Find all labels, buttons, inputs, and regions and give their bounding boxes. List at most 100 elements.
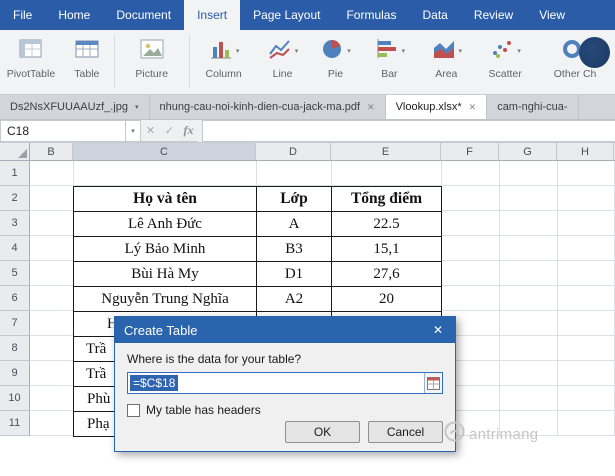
- ribbon-button-pivottable[interactable]: PivotTable: [0, 30, 62, 94]
- name-box[interactable]: C18: [0, 120, 126, 142]
- row-header-4[interactable]: 4: [0, 236, 30, 261]
- sheet-table-cell[interactable]: A2: [257, 287, 332, 312]
- formula-input[interactable]: [202, 120, 615, 142]
- doc-tab-pdf[interactable]: nhung-cau-noi-kinh-dien-cua-jack-ma.pdf …: [150, 95, 386, 119]
- cancel-formula-icon[interactable]: ✕: [141, 124, 160, 137]
- range-picker-icon[interactable]: [424, 373, 442, 393]
- doc-tab-label: Ds2NsXFUUAAUzf_.jpg: [10, 101, 128, 113]
- ribbon-label: Other Ch: [553, 68, 597, 80]
- row-header-2[interactable]: 2: [0, 186, 30, 211]
- document-tab-bar: Ds2NsXFUUAAUzf_.jpg ▾ nhung-cau-noi-kinh…: [0, 95, 615, 120]
- ribbon-button-column-chart[interactable]: ▾ Column: [192, 30, 256, 94]
- menu-tab-file[interactable]: File: [0, 0, 45, 30]
- menu-tab-review[interactable]: Review: [461, 0, 526, 30]
- sheet-table-cell[interactable]: 27,6: [332, 262, 442, 287]
- ribbon-group-separator: [113, 36, 115, 88]
- menu-tab-view[interactable]: View: [526, 0, 578, 30]
- sheet-table-cell[interactable]: Lý Bảo Minh: [74, 237, 257, 262]
- table-range-input[interactable]: =$C$18: [127, 372, 443, 394]
- column-header-d[interactable]: D: [256, 143, 331, 160]
- ribbon: PivotTable Table Picture ▾ Column ▾ Line…: [0, 30, 615, 95]
- select-all-corner[interactable]: [0, 143, 30, 161]
- chevron-down-icon: ▾: [347, 47, 351, 55]
- ribbon-button-picture[interactable]: Picture: [117, 30, 187, 94]
- menu-tab-page-layout[interactable]: Page Layout: [240, 0, 333, 30]
- row-header-6[interactable]: 6: [0, 286, 30, 311]
- row-header-3[interactable]: 3: [0, 211, 30, 236]
- ribbon-button-scatter-chart[interactable]: ▾ Scatter: [475, 30, 535, 94]
- chevron-down-icon: ▾: [458, 47, 463, 55]
- sheet-table-cell[interactable]: Nguyễn Trung Nghĩa: [74, 287, 257, 312]
- ribbon-button-table[interactable]: Table: [62, 30, 112, 94]
- line-chart-icon: [267, 37, 292, 66]
- headers-checkbox[interactable]: My table has headers: [127, 403, 443, 417]
- doc-tab-vlookup[interactable]: Vlookup.xlsx* ✕: [385, 95, 488, 119]
- enter-formula-icon[interactable]: ✓: [160, 124, 179, 137]
- menu-tab-document[interactable]: Document: [103, 0, 184, 30]
- doc-tab-label: cam-nghi-cua-: [497, 101, 568, 113]
- row-header-5[interactable]: 5: [0, 261, 30, 286]
- menu-tab-data[interactable]: Data: [409, 0, 460, 30]
- sheet-table-cell[interactable]: Họ và tên: [74, 187, 257, 212]
- ribbon-button-bar-chart[interactable]: ▾ Bar: [361, 30, 417, 94]
- row-header-7[interactable]: 7: [0, 311, 30, 336]
- row-header-11[interactable]: 11: [0, 411, 30, 436]
- pie-chart-icon: [320, 37, 344, 66]
- chevron-down-icon: ▾: [131, 128, 135, 135]
- ribbon-button-line-chart[interactable]: ▾ Line: [256, 30, 310, 94]
- sheet-table-cell[interactable]: D1: [257, 262, 332, 287]
- formula-controls: ✕ ✓ fx: [141, 120, 198, 142]
- sheet-table-cell[interactable]: 15,1: [332, 237, 442, 262]
- checkbox-box[interactable]: [127, 403, 140, 417]
- column-header-h[interactable]: H: [557, 143, 614, 160]
- sheet-table-cell[interactable]: 22.5: [332, 212, 442, 237]
- bar-chart-icon: [374, 37, 399, 66]
- sheet-table-cell[interactable]: B3: [257, 237, 332, 262]
- row-header-9[interactable]: 9: [0, 361, 30, 386]
- column-header-f[interactable]: F: [441, 143, 499, 160]
- ribbon-button-pie-chart[interactable]: ▾ Pie: [310, 30, 362, 94]
- chevron-down-icon: ▾: [517, 47, 521, 55]
- name-box-dropdown[interactable]: ▾: [126, 120, 141, 142]
- row-header-8[interactable]: 8: [0, 336, 30, 361]
- column-header-e[interactable]: E: [331, 143, 441, 160]
- menu-bar: File Home Document Insert Page Layout Fo…: [0, 0, 615, 30]
- chevron-down-icon[interactable]: ▾: [135, 103, 139, 111]
- sheet-table-cell[interactable]: Lê Anh Đức: [74, 212, 257, 237]
- column-header-c[interactable]: C: [73, 143, 256, 160]
- table-row: Bùi Hà My D1 27,6: [74, 262, 442, 287]
- sheet-table-cell[interactable]: Tổng điểm: [332, 187, 442, 212]
- dialog-titlebar[interactable]: Create Table ✕: [115, 317, 455, 343]
- close-icon[interactable]: ✕: [367, 102, 375, 113]
- app-window: File Home Document Insert Page Layout Fo…: [0, 0, 615, 476]
- close-icon[interactable]: ✕: [469, 102, 477, 113]
- sheet-table-cell[interactable]: 20: [332, 287, 442, 312]
- sheet-table-cell[interactable]: Lớp: [257, 187, 332, 212]
- sheet-table-cell[interactable]: Bùi Hà My: [74, 262, 257, 287]
- row-header-1[interactable]: 1: [0, 161, 30, 186]
- watermark-logo-top: [579, 37, 610, 68]
- cancel-button[interactable]: Cancel: [368, 421, 443, 443]
- chevron-down-icon: ▾: [401, 47, 406, 55]
- row-headers: 1 2 3 4 5 6 7 8 9 10 11: [0, 161, 30, 436]
- column-header-g[interactable]: G: [499, 143, 557, 160]
- table-row: Nguyễn Trung Nghĩa A2 20: [74, 287, 442, 312]
- column-chart-icon: [208, 37, 233, 66]
- column-header-b[interactable]: B: [30, 143, 73, 160]
- ok-button[interactable]: OK: [285, 421, 360, 443]
- close-icon[interactable]: ✕: [430, 323, 446, 337]
- menu-tab-insert[interactable]: Insert: [184, 0, 241, 30]
- sheet-table-cell[interactable]: A: [257, 212, 332, 237]
- doc-tab-image[interactable]: Ds2NsXFUUAAUzf_.jpg ▾: [0, 95, 150, 119]
- menu-tab-formulas[interactable]: Formulas: [333, 0, 409, 30]
- doc-tab-label: Vlookup.xlsx*: [395, 101, 462, 113]
- row-header-10[interactable]: 10: [0, 386, 30, 411]
- range-value: =$C$18: [130, 375, 179, 391]
- ribbon-label: Area: [435, 68, 458, 80]
- dialog-title: Create Table: [124, 322, 198, 338]
- menu-tab-home[interactable]: Home: [45, 0, 103, 30]
- dialog-buttons: OK Cancel: [285, 421, 443, 443]
- ribbon-button-area-chart[interactable]: ▾ Area: [417, 30, 475, 94]
- insert-function-icon[interactable]: fx: [179, 123, 198, 138]
- doc-tab-cam-nghi[interactable]: cam-nghi-cua-: [487, 95, 579, 119]
